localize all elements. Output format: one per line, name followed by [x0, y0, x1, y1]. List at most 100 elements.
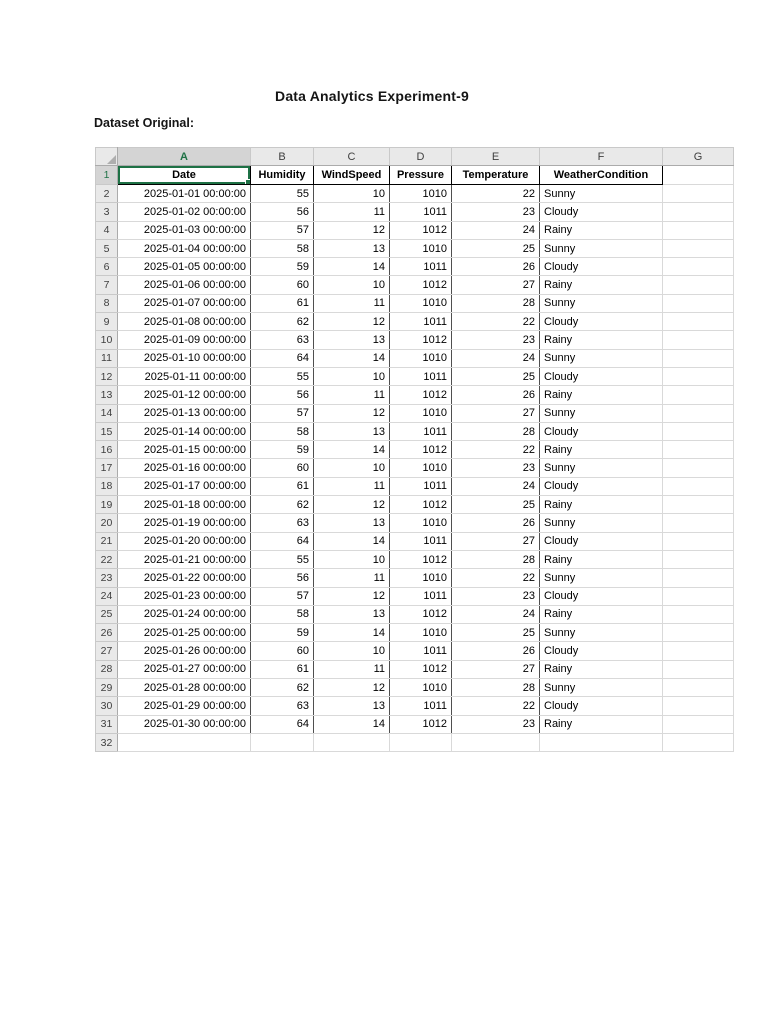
cell-C12[interactable]: 10	[313, 367, 390, 387]
cell-C9[interactable]: 12	[313, 312, 390, 332]
cell-C27[interactable]: 10	[313, 641, 390, 661]
cell-F8[interactable]: Sunny	[539, 294, 663, 314]
cell-E10[interactable]: 23	[451, 330, 540, 350]
cell-G30[interactable]	[662, 696, 734, 716]
cell-B28[interactable]: 61	[250, 660, 314, 680]
cell-G13[interactable]	[662, 385, 734, 405]
cell-A15[interactable]: 2025-01-14 00:00:00	[117, 422, 251, 442]
cell-D25[interactable]: 1012	[389, 605, 452, 625]
cell-B14[interactable]: 57	[250, 404, 314, 423]
cell-F18[interactable]: Cloudy	[539, 477, 663, 497]
cell-F30[interactable]: Cloudy	[539, 696, 663, 716]
cell-C20[interactable]: 13	[313, 513, 390, 533]
cell-B21[interactable]: 64	[250, 532, 314, 551]
cell-A14[interactable]: 2025-01-13 00:00:00	[117, 404, 251, 423]
cell-C22[interactable]: 10	[313, 550, 390, 570]
cell-B26[interactable]: 59	[250, 623, 314, 643]
cell-C5[interactable]: 13	[313, 239, 390, 259]
column-header-E[interactable]: E	[451, 147, 540, 166]
cell-F20[interactable]: Sunny	[539, 513, 663, 533]
cell-A18[interactable]: 2025-01-17 00:00:00	[117, 477, 251, 497]
cell-D14[interactable]: 1010	[389, 404, 452, 423]
cell-B12[interactable]: 55	[250, 367, 314, 387]
cell-C30[interactable]: 13	[313, 696, 390, 716]
cell-F21[interactable]: Cloudy	[539, 532, 663, 551]
cell-A7[interactable]: 2025-01-06 00:00:00	[117, 275, 251, 295]
cell-G21[interactable]	[662, 532, 734, 551]
cell-A25[interactable]: 2025-01-24 00:00:00	[117, 605, 251, 625]
cell-A9[interactable]: 2025-01-08 00:00:00	[117, 312, 251, 332]
cell-E5[interactable]: 25	[451, 239, 540, 259]
cell-A3[interactable]: 2025-01-02 00:00:00	[117, 202, 251, 222]
cell-D22[interactable]: 1012	[389, 550, 452, 570]
cell-D11[interactable]: 1010	[389, 349, 452, 368]
cell-E15[interactable]: 28	[451, 422, 540, 442]
cell-G4[interactable]	[662, 221, 734, 240]
cell-E23[interactable]: 22	[451, 568, 540, 588]
cell-C32[interactable]	[313, 733, 390, 753]
cell-C16[interactable]: 14	[313, 440, 390, 460]
cell-B9[interactable]: 62	[250, 312, 314, 332]
cell-E29[interactable]: 28	[451, 678, 540, 698]
cell-C17[interactable]: 10	[313, 458, 390, 478]
column-header-F[interactable]: F	[539, 147, 663, 166]
cell-D3[interactable]: 1011	[389, 202, 452, 222]
cell-F29[interactable]: Sunny	[539, 678, 663, 698]
cell-A8[interactable]: 2025-01-07 00:00:00	[117, 294, 251, 314]
cell-E4[interactable]: 24	[451, 221, 540, 240]
row-header-31[interactable]: 31	[95, 714, 118, 734]
cell-G3[interactable]	[662, 202, 734, 222]
cell-E12[interactable]: 25	[451, 367, 540, 387]
cell-B2[interactable]: 55	[250, 184, 314, 204]
row-header-12[interactable]: 12	[95, 366, 118, 387]
cell-B7[interactable]: 60	[250, 275, 314, 295]
row-header-17[interactable]: 17	[95, 458, 118, 478]
cell-A17[interactable]: 2025-01-16 00:00:00	[117, 458, 251, 478]
column-header-B[interactable]: B	[250, 147, 314, 166]
cell-B20[interactable]: 63	[250, 513, 314, 533]
cell-G20[interactable]	[662, 513, 734, 533]
cell-E2[interactable]: 22	[451, 184, 540, 204]
cell-A1[interactable]: Date	[117, 165, 251, 185]
cell-C4[interactable]: 12	[313, 221, 390, 240]
cell-A24[interactable]: 2025-01-23 00:00:00	[117, 587, 251, 606]
cell-G28[interactable]	[662, 660, 734, 680]
cell-E28[interactable]: 27	[451, 660, 540, 680]
cell-E6[interactable]: 26	[451, 257, 540, 277]
cell-G1[interactable]	[662, 165, 734, 185]
row-header-10[interactable]: 10	[95, 330, 118, 350]
cell-E18[interactable]: 24	[451, 477, 540, 497]
row-header-26[interactable]: 26	[95, 623, 118, 643]
cell-E31[interactable]: 23	[451, 715, 540, 734]
cell-F2[interactable]: Sunny	[539, 184, 663, 204]
cell-D17[interactable]: 1010	[389, 458, 452, 478]
cell-F16[interactable]: Rainy	[539, 440, 663, 460]
row-header-14[interactable]: 14	[95, 403, 118, 423]
cell-G15[interactable]	[662, 422, 734, 442]
cell-G7[interactable]	[662, 275, 734, 295]
cell-G26[interactable]	[662, 623, 734, 643]
cell-A20[interactable]: 2025-01-19 00:00:00	[117, 513, 251, 533]
cell-E26[interactable]: 25	[451, 623, 540, 643]
cell-A29[interactable]: 2025-01-28 00:00:00	[117, 678, 251, 698]
row-header-28[interactable]: 28	[95, 659, 118, 680]
row-header-18[interactable]: 18	[95, 476, 118, 497]
cell-D15[interactable]: 1011	[389, 422, 452, 442]
cell-E25[interactable]: 24	[451, 605, 540, 625]
cell-E17[interactable]: 23	[451, 458, 540, 478]
cell-D20[interactable]: 1010	[389, 513, 452, 533]
cell-G22[interactable]	[662, 550, 734, 570]
cell-C1[interactable]: WindSpeed	[313, 165, 390, 185]
row-header-7[interactable]: 7	[95, 275, 118, 295]
cell-E27[interactable]: 26	[451, 641, 540, 661]
cell-A27[interactable]: 2025-01-26 00:00:00	[117, 641, 251, 661]
row-header-6[interactable]: 6	[95, 257, 118, 277]
cell-F24[interactable]: Cloudy	[539, 587, 663, 606]
cell-C14[interactable]: 12	[313, 404, 390, 423]
cell-E9[interactable]: 22	[451, 312, 540, 332]
column-header-D[interactable]: D	[389, 147, 452, 166]
cell-G8[interactable]	[662, 294, 734, 314]
cell-A30[interactable]: 2025-01-29 00:00:00	[117, 696, 251, 716]
cell-E16[interactable]: 22	[451, 440, 540, 460]
cell-A32[interactable]	[117, 733, 251, 753]
